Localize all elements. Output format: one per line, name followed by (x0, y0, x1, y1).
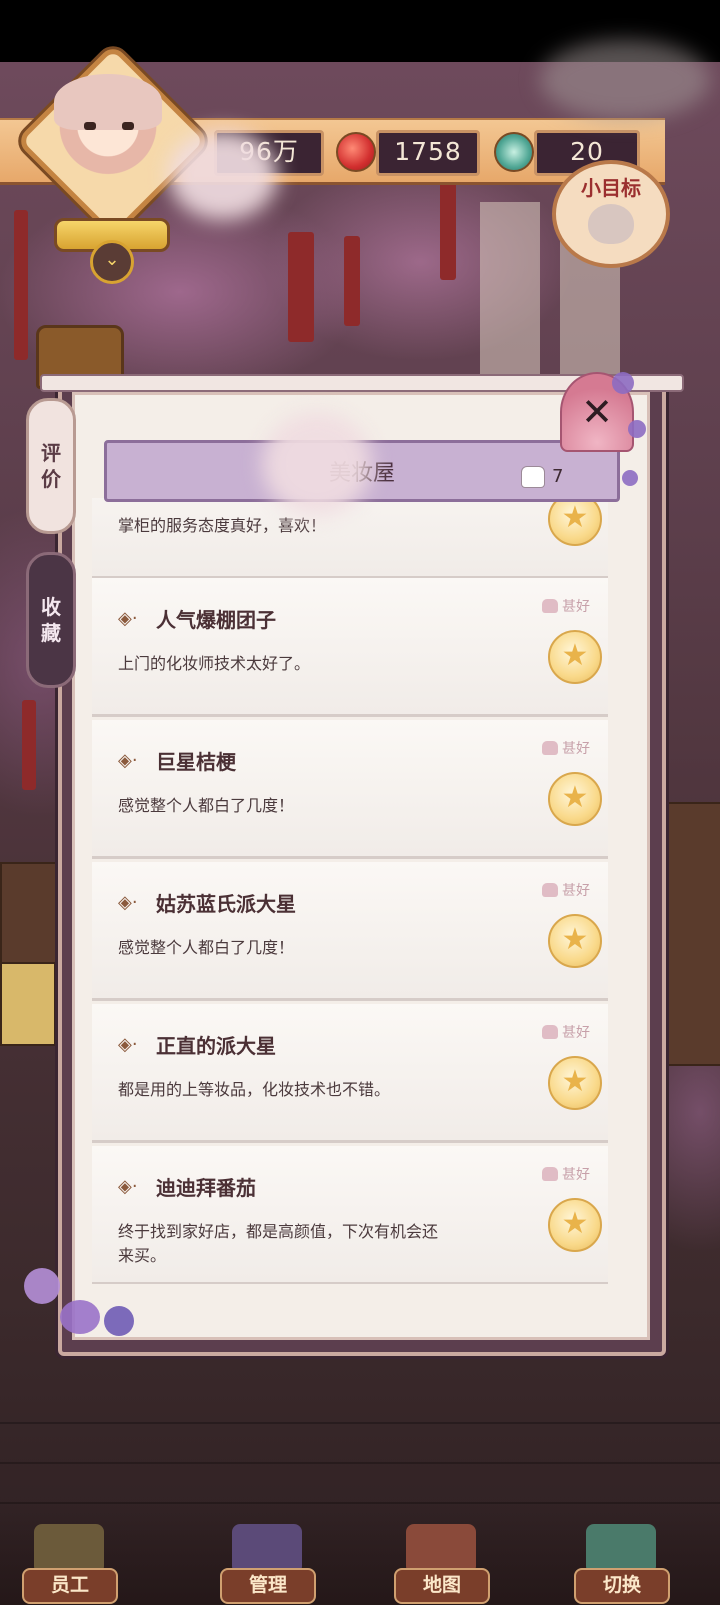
tab-label: 藏 (41, 621, 61, 645)
review-card: ◈· 人气爆棚团子 甚好 上门的化妆师技术太好了。 ★ (92, 578, 608, 717)
review-rating: 甚好 (542, 1164, 590, 1184)
review-rating: 甚好 (542, 1022, 590, 1042)
nav-label: 切换 (574, 1568, 670, 1604)
flower-decoration-icon (24, 1268, 60, 1304)
chevron-down-icon[interactable]: ⌄ (90, 240, 134, 284)
thumb-icon (542, 883, 558, 897)
nav-staff[interactable]: 员工 (14, 1524, 124, 1604)
review-text: 都是用的上等妆品，化妆技术也不错。 (118, 1080, 391, 1099)
reviewer-name: 正直的派大星 (156, 1034, 276, 1058)
blurred-region (262, 412, 372, 516)
diamond-bullet-icon: ◈· (118, 750, 138, 771)
gem-icon (494, 132, 534, 172)
apple-counter: 1758 (376, 130, 480, 176)
review-card: 掌柜的服务态度真好，喜欢！ ★ (92, 498, 608, 579)
review-text: 上门的化妆师技术太好了。 (118, 654, 311, 673)
star-icon[interactable]: ★ (548, 1198, 602, 1252)
nav-manage[interactable]: 管理 (212, 1524, 322, 1604)
thumb-icon (542, 599, 558, 613)
blurred-region (540, 40, 710, 120)
staff-icon (34, 1524, 104, 1574)
reviewer-name: 姑苏蓝氏派大星 (156, 892, 296, 916)
review-rating: 甚好 (542, 880, 590, 900)
avatar-eyes (84, 122, 134, 132)
reviewer-name: 迪迪拜番茄 (156, 1176, 256, 1200)
diamond-bullet-icon: ◈· (118, 1176, 138, 1197)
flower-decoration-icon (612, 372, 634, 394)
diamond-bullet-icon: ◈· (118, 608, 138, 629)
diamond-bullet-icon: ◈· (118, 892, 138, 913)
like-thumb-icon (521, 466, 545, 488)
review-card: ◈· 迪迪拜番茄 甚好 终于找到家好店，都是高颜值，下次有机会还来买。 ★ (92, 1146, 608, 1284)
tab-favorites[interactable]: 收 藏 (26, 552, 76, 688)
goal-label: 小目标 (581, 176, 641, 200)
review-card: ◈· 正直的派大星 甚好 都是用的上等妆品，化妆技术也不错。 ★ (92, 1004, 608, 1143)
star-icon[interactable]: ★ (548, 772, 602, 826)
reviewer-name: 人气爆棚团子 (156, 608, 276, 632)
rating-label: 甚好 (562, 741, 590, 757)
like-count: 7 (552, 466, 564, 487)
switch-icon (586, 1524, 656, 1574)
hanging-scroll (22, 700, 36, 790)
tab-label: 评 (41, 441, 61, 465)
flower-decoration-icon (622, 470, 638, 486)
tab-label: 收 (41, 595, 61, 619)
blurred-region (168, 130, 278, 220)
review-text: 感觉整个人都白了几度！ (118, 938, 295, 957)
flower-decoration-icon (104, 1306, 134, 1336)
apple-value: 1758 (394, 137, 462, 166)
flower-decoration-icon (60, 1300, 100, 1334)
nav-switch[interactable]: 切换 (566, 1524, 676, 1604)
star-icon[interactable]: ★ (548, 1056, 602, 1110)
diamond-bullet-icon: ◈· (118, 1034, 138, 1055)
nav-label: 员工 (22, 1568, 118, 1604)
thumb-icon (542, 1025, 558, 1039)
tab-review[interactable]: 评 价 (26, 398, 76, 534)
thumb-icon (542, 741, 558, 755)
manage-icon (232, 1524, 302, 1574)
star-icon[interactable]: ★ (548, 630, 602, 684)
rating-label: 甚好 (562, 599, 590, 615)
review-card: ◈· 姑苏蓝氏派大星 甚好 感觉整个人都白了几度！ ★ (92, 862, 608, 1001)
review-rating: 甚好 (542, 738, 590, 758)
review-text: 感觉整个人都白了几度！ (118, 796, 295, 815)
thumb-icon (542, 1167, 558, 1181)
map-icon (406, 1524, 476, 1574)
rating-label: 甚好 (562, 1025, 590, 1041)
reviewer-name: 巨星桔梗 (156, 750, 236, 774)
apple-icon (336, 132, 376, 172)
flower-decoration-icon (628, 420, 646, 438)
hanging-scroll (14, 210, 28, 360)
cat-mascot-icon (588, 204, 634, 244)
rating-label: 甚好 (562, 1167, 590, 1183)
review-rating: 甚好 (542, 596, 590, 616)
nav-label: 管理 (220, 1568, 316, 1604)
hanging-scroll (440, 180, 456, 280)
nav-label: 地图 (394, 1568, 490, 1604)
star-icon[interactable]: ★ (548, 914, 602, 968)
review-card: ◈· 巨星桔梗 甚好 感觉整个人都白了几度！ ★ (92, 720, 608, 859)
tab-label: 价 (41, 467, 61, 491)
review-list[interactable]: 掌柜的服务态度真好，喜欢！ ★ ◈· 人气爆棚团子 甚好 上门的化妆师技术太好了… (92, 498, 608, 1284)
close-icon: ✕ (581, 390, 613, 434)
review-text: 终于找到家好店，都是高颜值，下次有机会还来买。 (118, 1222, 439, 1265)
review-text: 掌柜的服务态度真好，喜欢！ (118, 516, 327, 535)
rating-label: 甚好 (562, 883, 590, 899)
hanging-scroll (344, 236, 360, 326)
star-icon[interactable]: ★ (548, 498, 602, 546)
hanging-scroll (288, 232, 314, 342)
nav-map[interactable]: 地图 (386, 1524, 496, 1604)
